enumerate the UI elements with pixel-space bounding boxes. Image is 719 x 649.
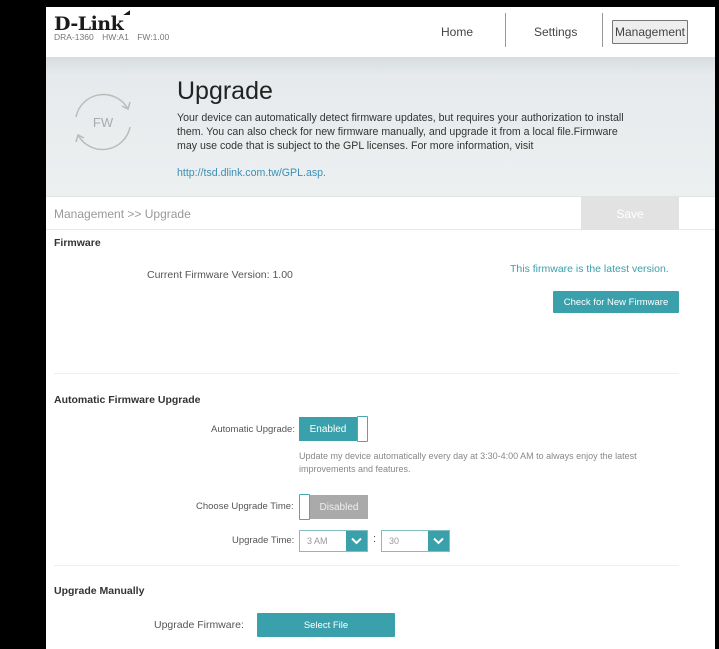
page-banner: FW Upgrade Your device can automatically…: [46, 57, 715, 197]
device-info: DRA-1360 HW:A1 FW:1.00: [54, 32, 175, 42]
router-admin-page: D-Link DRA-1360 HW:A1 FW:1.00 Home Setti…: [46, 7, 715, 649]
breadcrumb: Management >> Upgrade: [54, 207, 191, 221]
screen-frame: D-Link DRA-1360 HW:A1 FW:1.00 Home Setti…: [0, 0, 719, 649]
chevron-down-icon: [428, 531, 449, 551]
choose-upgrade-time-label: Choose Upgrade Time:: [196, 501, 294, 512]
toggle-state: Disabled: [310, 495, 368, 519]
chevron-down-icon: [346, 531, 367, 551]
current-firmware-version: Current Firmware Version: 1.00: [147, 269, 293, 281]
firmware-version: FW:1.00: [137, 32, 170, 42]
manual-upgrade-section-title: Upgrade Manually: [54, 585, 145, 597]
save-button[interactable]: Save: [581, 197, 679, 230]
breadcrumb-row: Management >> Upgrade Save: [46, 197, 715, 230]
auto-upgrade-hint: Update my device automatically every day…: [299, 451, 637, 474]
automatic-upgrade-toggle[interactable]: Enabled: [299, 416, 368, 442]
upgrade-minute-select[interactable]: 30: [381, 530, 450, 552]
fw-icon-label: FW: [92, 114, 114, 130]
nav-divider: [602, 13, 603, 47]
select-file-button[interactable]: Select File: [257, 613, 395, 637]
toggle-state: Enabled: [299, 417, 357, 441]
toggle-knob: [357, 416, 368, 442]
section-divider: [54, 373, 679, 374]
page-title: Upgrade: [177, 77, 273, 105]
selected-hour: 3 AM: [307, 536, 328, 546]
choose-upgrade-time-toggle[interactable]: Disabled: [299, 494, 368, 520]
page-description: Your device can automatically detect fir…: [177, 112, 624, 152]
model-name: DRA-1360: [54, 32, 94, 42]
toggle-knob: [299, 494, 310, 520]
firmware-section-title: Firmware: [54, 237, 101, 249]
section-divider: [54, 565, 679, 566]
time-separator: :: [373, 533, 377, 545]
hardware-version: HW:A1: [102, 32, 129, 42]
nav-divider: [505, 13, 506, 47]
top-bar: D-Link DRA-1360 HW:A1 FW:1.00 Home Setti…: [46, 7, 715, 57]
nav-management[interactable]: Management: [612, 20, 688, 44]
upgrade-hour-select[interactable]: 3 AM: [299, 530, 368, 552]
selected-minute: 30: [389, 536, 400, 546]
upgrade-firmware-label: Upgrade Firmware:: [154, 619, 244, 631]
nav-settings[interactable]: Settings: [534, 25, 577, 39]
gpl-link[interactable]: http://tsd.dlink.com.tw/GPL.asp.: [177, 167, 326, 179]
auto-upgrade-section-title: Automatic Firmware Upgrade: [54, 394, 201, 406]
upgrade-time-label: Upgrade Time:: [232, 535, 295, 546]
firmware-status: This firmware is the latest version.: [510, 263, 669, 275]
automatic-upgrade-label: Automatic Upgrade:: [211, 424, 295, 435]
logo-mark-icon: [123, 10, 131, 15]
nav-home[interactable]: Home: [441, 25, 473, 39]
check-new-firmware-button[interactable]: Check for New Firmware: [553, 291, 679, 313]
